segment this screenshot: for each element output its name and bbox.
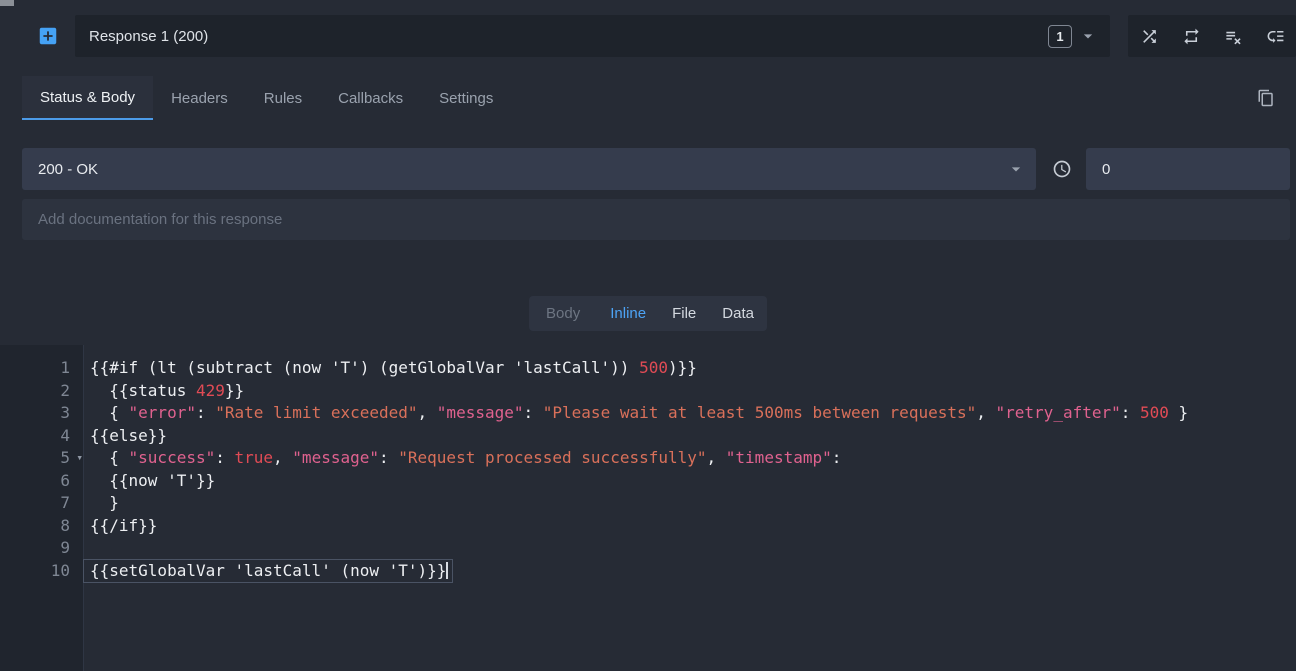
- fold-arrow-icon[interactable]: ▾: [76, 447, 83, 470]
- clock-icon: [1052, 159, 1072, 179]
- code-line[interactable]: {{setGlobalVar 'lastCall' (now 'T')}}: [84, 560, 452, 583]
- line-number[interactable]: 6: [0, 470, 84, 493]
- code-line[interactable]: {{status 429}}: [84, 380, 248, 403]
- chevron-down-icon: [1078, 26, 1098, 46]
- response-mode-toolbar: [1128, 15, 1296, 57]
- status-code-select[interactable]: 200 - OK: [22, 148, 1036, 190]
- code-row: 7 }: [0, 492, 1296, 515]
- add-box-icon: [37, 34, 59, 51]
- code-row: 8{{/if}}: [0, 515, 1296, 538]
- body-type-data[interactable]: Data: [709, 296, 767, 331]
- tab-headers[interactable]: Headers: [153, 76, 246, 120]
- copy-icon[interactable]: [1257, 89, 1275, 107]
- line-number[interactable]: 9: [0, 537, 84, 560]
- tab-callbacks[interactable]: Callbacks: [320, 76, 421, 120]
- line-number[interactable]: 8: [0, 515, 84, 538]
- code-row: 10{{setGlobalVar 'lastCall' (now 'T')}}: [0, 560, 1296, 583]
- code-line[interactable]: {{else}}: [84, 425, 171, 448]
- code-line[interactable]: { "success": true, "message": "Request p…: [84, 447, 845, 470]
- response-header-bar[interactable]: Response 1 (200) 1: [75, 15, 1110, 57]
- add-response-button[interactable]: [37, 25, 59, 47]
- response-count-badge: 1: [1048, 25, 1072, 48]
- response-tabs: Status & Body Headers Rules Callbacks Se…: [22, 76, 511, 120]
- code-line[interactable]: {{now 'T'}}: [84, 470, 219, 493]
- line-number[interactable]: 4: [0, 425, 84, 448]
- response-editor-panel: Response 1 (200) 1 Status & Body Headers…: [0, 0, 1296, 671]
- tab-rules[interactable]: Rules: [246, 76, 320, 120]
- code-line[interactable]: [84, 537, 94, 560]
- shuffle-icon[interactable]: [1140, 27, 1159, 46]
- code-lines: 1{{#if (lt (subtract (now 'T') (getGloba…: [0, 357, 1296, 582]
- latency-input[interactable]: 0: [1086, 148, 1290, 190]
- body-code-editor[interactable]: 1{{#if (lt (subtract (now 'T') (getGloba…: [0, 345, 1296, 671]
- code-line[interactable]: }: [84, 492, 123, 515]
- code-row: 5▾ { "success": true, "message": "Reques…: [0, 447, 1296, 470]
- tab-status-body[interactable]: Status & Body: [22, 76, 153, 120]
- code-row: 6 {{now 'T'}}: [0, 470, 1296, 493]
- response-title: Response 1 (200): [89, 28, 1048, 45]
- body-type-toggle: Body Inline File Data: [529, 296, 767, 331]
- playlist-remove-icon[interactable]: [1224, 27, 1243, 46]
- line-number[interactable]: 5▾: [0, 447, 84, 470]
- code-row: 2 {{status 429}}: [0, 380, 1296, 403]
- scrollbar-fragment[interactable]: [0, 0, 14, 6]
- chevron-down-icon: [1006, 159, 1026, 179]
- documentation-input[interactable]: Add documentation for this response: [22, 199, 1290, 240]
- line-number[interactable]: 3: [0, 402, 84, 425]
- code-row: 9: [0, 537, 1296, 560]
- code-row: 4{{else}}: [0, 425, 1296, 448]
- line-number[interactable]: 1: [0, 357, 84, 380]
- body-toggle-label: Body: [529, 296, 597, 331]
- code-line[interactable]: { "error": "Rate limit exceeded", "messa…: [84, 402, 1192, 425]
- text-cursor: [446, 562, 448, 579]
- status-code-value: 200 - OK: [38, 161, 98, 178]
- body-type-file[interactable]: File: [659, 296, 709, 331]
- line-number[interactable]: 7: [0, 492, 84, 515]
- repeat-icon[interactable]: [1182, 27, 1201, 46]
- responses-dropdown[interactable]: 1: [1048, 25, 1098, 48]
- latency-value: 0: [1102, 161, 1110, 178]
- body-type-inline[interactable]: Inline: [597, 296, 659, 331]
- code-line[interactable]: {{#if (lt (subtract (now 'T') (getGlobal…: [84, 357, 701, 380]
- documentation-placeholder: Add documentation for this response: [38, 211, 282, 228]
- line-number[interactable]: 2: [0, 380, 84, 403]
- code-line[interactable]: {{/if}}: [84, 515, 161, 538]
- code-row: 3 { "error": "Rate limit exceeded", "mes…: [0, 402, 1296, 425]
- line-number[interactable]: 10: [0, 560, 84, 583]
- low-priority-icon[interactable]: [1266, 27, 1285, 46]
- code-row: 1{{#if (lt (subtract (now 'T') (getGloba…: [0, 357, 1296, 380]
- tab-settings[interactable]: Settings: [421, 76, 511, 120]
